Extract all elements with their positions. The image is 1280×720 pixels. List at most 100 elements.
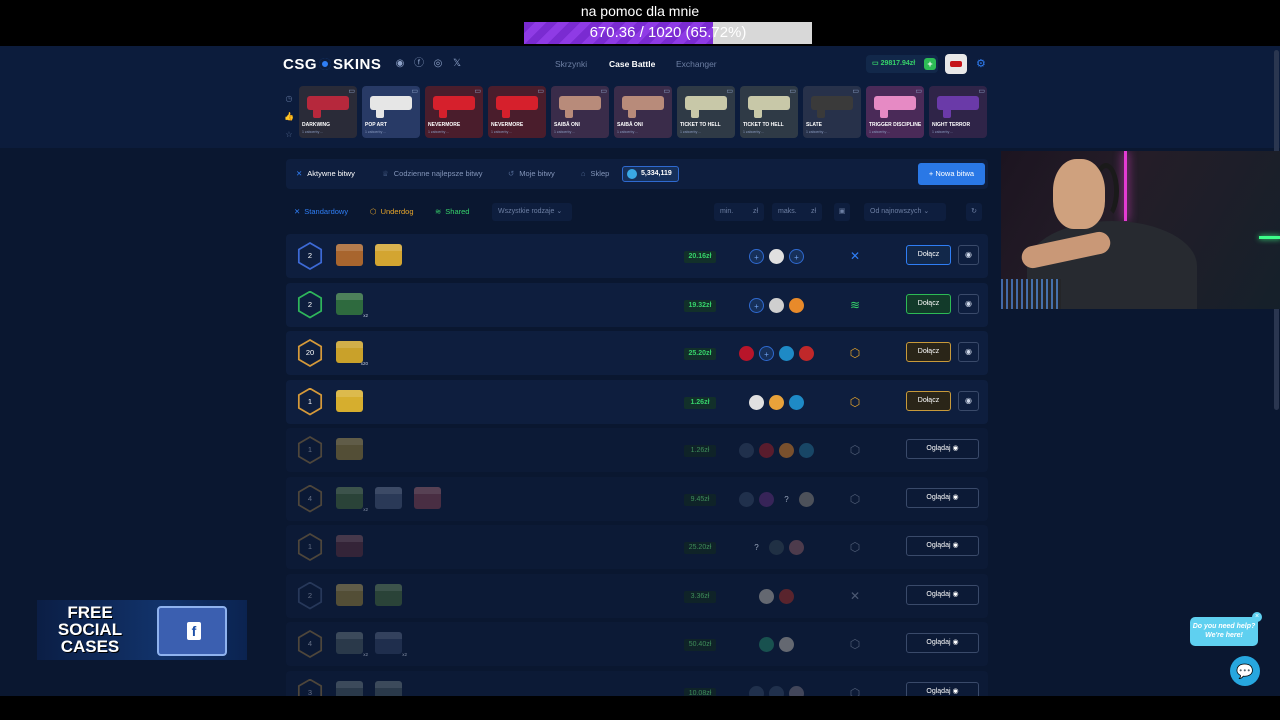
live-drop-item[interactable]: ▭ SAIBĀ ONI 1 zaboerby ... bbox=[614, 86, 672, 138]
calendar-icon[interactable]: ▣ bbox=[834, 203, 850, 221]
player-avatar[interactable] bbox=[769, 249, 784, 264]
eye-icon[interactable]: ◉ bbox=[958, 342, 979, 362]
player-avatar[interactable] bbox=[779, 588, 794, 604]
nav-exchanger[interactable]: Exchanger bbox=[676, 59, 717, 69]
battle-price: 10.08zł bbox=[684, 687, 716, 696]
nav-skrzynki[interactable]: Skrzynki bbox=[555, 59, 587, 69]
weapon-image bbox=[433, 96, 475, 118]
tab-my-battles[interactable]: ↺ Moje bitwy bbox=[508, 159, 555, 189]
webcam-overlay bbox=[1001, 151, 1280, 309]
shield-icon: ⬡ bbox=[849, 491, 861, 506]
player-avatar[interactable] bbox=[749, 685, 764, 696]
join-button[interactable]: Dołącz bbox=[906, 390, 951, 411]
nav-case-battle[interactable]: Case Battle bbox=[609, 59, 655, 69]
player-avatar[interactable] bbox=[789, 540, 804, 555]
x-icon[interactable]: 𝕏 bbox=[451, 58, 463, 70]
eye-icon[interactable]: ◉ bbox=[958, 390, 979, 411]
new-battle-button[interactable]: + Nowa bitwa bbox=[918, 163, 985, 185]
empty-slot-plus-icon[interactable]: + bbox=[749, 249, 764, 264]
thumbs-up-icon[interactable]: 👍 bbox=[284, 108, 294, 126]
player-avatar[interactable] bbox=[789, 297, 804, 313]
watch-button[interactable]: Oglądaj ◉ bbox=[906, 681, 979, 696]
player-avatar[interactable] bbox=[759, 637, 774, 652]
filter-standard[interactable]: ✕ Standardowy bbox=[294, 201, 348, 223]
balance-badge[interactable]: ▭ 29817.94zł + bbox=[866, 55, 938, 73]
max-price-input[interactable]: maks. zł bbox=[772, 203, 822, 221]
eye-icon[interactable]: ◉ bbox=[958, 293, 979, 314]
player-avatar[interactable] bbox=[799, 346, 814, 361]
player-avatar[interactable] bbox=[779, 443, 794, 458]
player-avatar[interactable] bbox=[739, 346, 754, 361]
join-button[interactable]: Dołącz bbox=[906, 245, 951, 265]
sort-select[interactable]: Od najnowszych ⌄ bbox=[864, 203, 946, 221]
deposit-button[interactable]: + bbox=[924, 58, 936, 70]
battle-price: 3.36zł bbox=[684, 590, 716, 603]
player-avatar[interactable] bbox=[799, 443, 814, 458]
chat-icon[interactable]: 💬 bbox=[1230, 656, 1260, 686]
free-social-cases-banner[interactable]: FREE SOCIAL CASES f bbox=[37, 600, 247, 660]
help-bubble[interactable]: Do you need help? We're here! bbox=[1190, 617, 1258, 646]
player-avatar[interactable] bbox=[789, 685, 804, 696]
player-avatar[interactable] bbox=[769, 685, 784, 696]
live-drop-item[interactable]: ▭ NEVERMORE 1 zaboerby ... bbox=[425, 86, 483, 138]
watch-button[interactable]: Oglądaj ◉ bbox=[906, 536, 979, 556]
battle-row: 1 1.26zł ⬡ Oglądaj ◉ bbox=[286, 428, 988, 472]
watch-label: Oglądaj bbox=[926, 445, 951, 452]
player-avatar[interactable] bbox=[739, 491, 754, 507]
player-avatar[interactable] bbox=[799, 491, 814, 507]
player-avatar[interactable] bbox=[769, 540, 784, 555]
type-select[interactable]: Wszystkie rodzaje ⌄ bbox=[492, 203, 572, 221]
join-button[interactable]: Dołącz bbox=[906, 293, 951, 314]
player-avatar[interactable] bbox=[789, 394, 804, 410]
player-avatar[interactable] bbox=[779, 346, 794, 361]
join-button[interactable]: Dołącz bbox=[906, 342, 951, 362]
live-drop-item[interactable]: ▭ NIGHT TERROR 1 zaboerby ... bbox=[929, 86, 987, 138]
discord-icon[interactable]: ◉ bbox=[394, 58, 406, 70]
eye-icon[interactable]: ◉ bbox=[958, 245, 979, 265]
player-avatar[interactable] bbox=[739, 443, 754, 458]
empty-slot-plus-icon[interactable]: + bbox=[759, 346, 774, 361]
min-price-input[interactable]: min. zł bbox=[714, 203, 764, 221]
tab-active-battles[interactable]: ✕ Aktywne bitwy bbox=[296, 159, 355, 189]
live-drop-item[interactable]: ▭ TICKET TO HELL 1 zaboerby ... bbox=[740, 86, 798, 138]
live-drop-item[interactable]: ▭ TICKET TO HELL 1 zaboerby ... bbox=[677, 86, 735, 138]
live-drop-item[interactable]: ▭ TRIGGER DISCIPLINE 1 zaboerby ... bbox=[866, 86, 924, 138]
watch-button[interactable]: Oglądaj ◉ bbox=[906, 439, 979, 459]
live-drop-item[interactable]: ▭ NEVERMORE 1 zaboerby ... bbox=[488, 86, 546, 138]
tab-daily-best[interactable]: ♕ Codzienne najlepsze bitwy bbox=[382, 159, 483, 189]
player-avatar[interactable] bbox=[749, 394, 764, 410]
filter-underdog[interactable]: ⬡ Underdog bbox=[370, 201, 414, 223]
live-drop-item[interactable]: ▭ SLATE 1 zaboerby ... bbox=[803, 86, 861, 138]
battle-row: 2 20.16zł + + ✕ Dołącz ◉ bbox=[286, 234, 988, 278]
player-avatar[interactable] bbox=[769, 394, 784, 410]
watch-button[interactable]: Oglądaj ◉ bbox=[906, 487, 979, 508]
empty-slot-plus-icon[interactable]: + bbox=[749, 297, 764, 313]
clock-icon[interactable]: ◷ bbox=[284, 90, 294, 108]
player-avatar[interactable] bbox=[759, 588, 774, 604]
player-avatar[interactable] bbox=[779, 637, 794, 652]
drop-name: POP ART bbox=[365, 122, 387, 128]
player-avatar[interactable] bbox=[769, 297, 784, 313]
user-avatar[interactable] bbox=[945, 54, 967, 74]
help-close-button[interactable]: × bbox=[1252, 612, 1262, 622]
settings-gear-icon[interactable]: ⚙ bbox=[976, 58, 986, 70]
empty-slot-plus-icon[interactable]: + bbox=[789, 249, 804, 264]
live-drop-item[interactable]: ▭ SAIBĀ ONI 1 zaboerby ... bbox=[551, 86, 609, 138]
live-drop-item[interactable]: ▭ POP ART 1 zaboerby ... bbox=[362, 86, 420, 138]
live-drop-item[interactable]: ▭ DARKWING 1 zaboerby ... bbox=[299, 86, 357, 138]
scrollbar[interactable] bbox=[1274, 46, 1279, 696]
filter-shared[interactable]: ≋ Shared bbox=[435, 201, 469, 223]
player-avatar[interactable] bbox=[759, 443, 774, 458]
refresh-icon[interactable]: ↻ bbox=[966, 203, 982, 221]
player-avatar[interactable] bbox=[759, 491, 774, 507]
watch-button[interactable]: Oglądaj ◉ bbox=[906, 633, 979, 653]
watch-button[interactable]: Oglądaj ◉ bbox=[906, 584, 979, 605]
rounds-count: 4 bbox=[299, 632, 321, 656]
tab-shop[interactable]: ⌂ Sklep bbox=[581, 159, 609, 189]
facebook-icon[interactable]: ⓕ bbox=[413, 58, 425, 70]
battle-filters: ✕ Standardowy ⬡ Underdog ≋ Shared Wszystkie… bbox=[286, 201, 988, 223]
star-icon[interactable]: ☆ bbox=[284, 126, 294, 144]
instagram-icon[interactable]: ◎ bbox=[432, 58, 444, 70]
gems-balance[interactable]: 5,334,119 bbox=[622, 166, 679, 182]
site-logo[interactable]: CSG SKINS bbox=[283, 56, 381, 73]
